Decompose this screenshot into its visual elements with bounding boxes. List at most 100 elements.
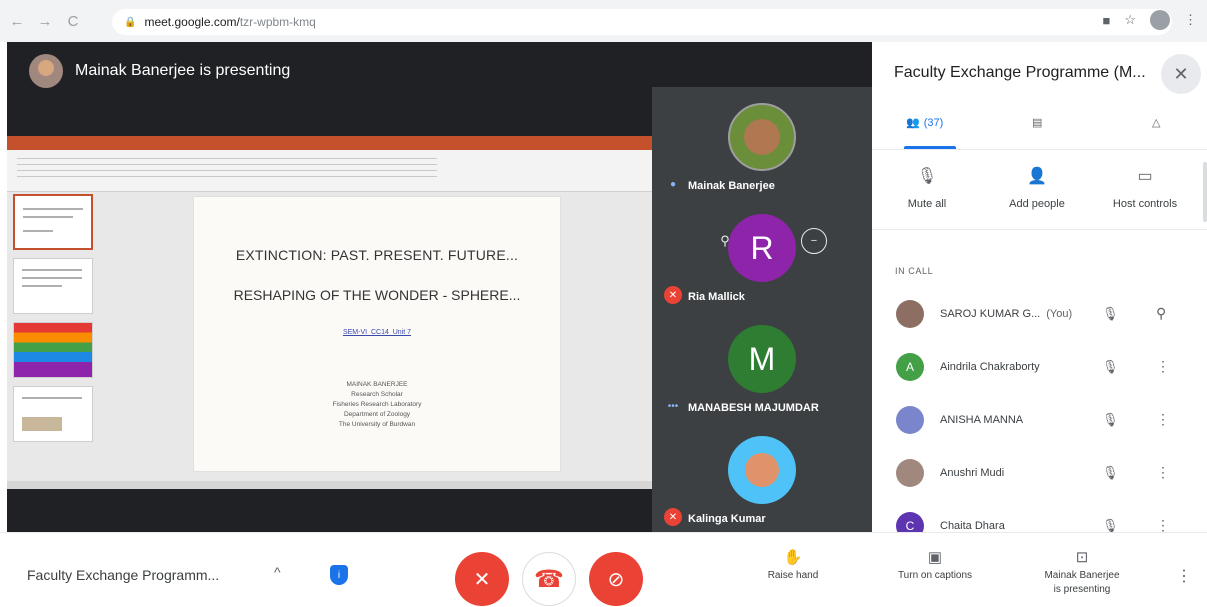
reload-icon[interactable]: C — [62, 10, 84, 32]
participant-row[interactable]: A Aindrila Chakraborty 🎙 ⋮ — [872, 340, 1207, 393]
participant-tile[interactable]: R ⚲ − ✕ Ria Mallick — [652, 198, 872, 309]
star-icon[interactable]: ☆ — [1124, 12, 1136, 28]
presenting-label-1: Mainak Banerjee — [1044, 570, 1120, 581]
active-tab-indicator — [904, 146, 956, 149]
back-icon[interactable]: ← — [6, 10, 28, 32]
add-person-icon: 👤 — [1027, 168, 1047, 185]
participant-name: Aindrila Chakraborty — [940, 360, 1040, 373]
meeting-stage: Mainak Banerjee is presenting EXTINCTION… — [7, 42, 872, 532]
participant-avatar — [896, 458, 924, 487]
more-options-icon[interactable]: ⋮ — [1176, 566, 1192, 586]
participant-list: SAROJ KUMAR G... (You) 🎙 ⚲ A Aindrila Cha… — [872, 287, 1207, 552]
slide-thumbnail — [13, 386, 93, 442]
author-line: Fisheries Research Laboratory — [332, 401, 422, 408]
mic-toggle-button[interactable]: ✕ — [455, 552, 509, 606]
presenter-banner: Mainak Banerjee is presenting — [29, 54, 290, 88]
more-options-icon[interactable]: ⋮ — [1156, 358, 1170, 375]
author-line: MAINAK BANERJEE — [346, 381, 408, 388]
participant-row[interactable]: SAROJ KUMAR G... (You) 🎙 ⚲ — [872, 287, 1207, 340]
leave-call-button[interactable]: ☎ — [522, 552, 576, 606]
panel-title: Faculty Exchange Programme (M... — [894, 64, 1146, 81]
host-controls-label: Host controls — [1112, 198, 1178, 210]
slide-thumbnail — [13, 258, 93, 314]
chat-icon: ▤ — [1032, 117, 1043, 129]
more-options-icon[interactable]: ⋮ — [1156, 464, 1170, 481]
mic-off-icon: ✕ — [473, 568, 491, 591]
presenting-button[interactable]: ⊡ Mainak Banerjee is presenting — [1027, 549, 1137, 597]
author-line: Department of Zoology — [343, 411, 411, 418]
camera-toggle-button[interactable]: ⊘ — [589, 552, 643, 606]
slide-link: SEM-VI_CC14_Unit 7 — [342, 329, 412, 336]
participant-tile[interactable]: ✕ Kalinga Kumar — [652, 420, 872, 531]
participant-tile[interactable]: M ••• MANABESH MAJUMDAR — [652, 309, 872, 420]
participant-avatar — [896, 405, 924, 434]
presenter-avatar — [29, 54, 63, 88]
chevron-up-icon[interactable]: ^ — [274, 564, 281, 580]
add-people-label: Add people — [1009, 198, 1065, 210]
author-line: The University of Burdwan — [338, 421, 416, 428]
more-options-icon[interactable]: ⋮ — [1156, 411, 1170, 428]
participant-tile[interactable]: ● Mainak Banerjee — [652, 87, 872, 198]
browser-menu-icon[interactable]: ⋮ — [1184, 12, 1197, 28]
camera-icon[interactable]: ■ — [1102, 13, 1110, 28]
ppt-title-bar — [7, 136, 652, 150]
in-call-heading: IN CALL — [895, 266, 934, 276]
slide-author: MAINAK BANERJEE Research Scholar Fisheri… — [194, 380, 560, 430]
tile-name: Ria Mallick — [688, 291, 745, 303]
mic-off-icon: 🎙 — [1102, 464, 1119, 480]
presenting-label-2: is presenting — [1053, 584, 1111, 595]
mic-off-icon: 🎙 — [916, 168, 938, 185]
mic-off-icon: ✕ — [664, 508, 682, 526]
tab-chat[interactable]: ▤ — [1032, 116, 1042, 129]
speaking-indicator-icon: ● — [669, 178, 677, 190]
participant-name: Chaita Dhara — [940, 519, 1005, 532]
hang-up-icon: ☎ — [534, 565, 564, 593]
mic-off-icon: 🎙 — [1102, 358, 1119, 374]
hand-icon: ✋ — [783, 549, 803, 566]
bottom-control-bar: Faculty Exchange Programm... ^ i ✕ ☎ ⊘ ✋… — [0, 532, 1207, 607]
url-path: tzr-wpbm-kmq — [239, 15, 316, 29]
browser-toolbar: ← → C 🔒 meet.google.com/ tzr-wpbm-kmq ■ … — [0, 0, 1207, 42]
participant-photo — [728, 103, 796, 171]
people-count: (37) — [923, 116, 944, 129]
mic-off-icon: 🎙 — [1102, 411, 1119, 427]
tile-name: MANABESH MAJUMDAR — [688, 402, 819, 414]
speaking-indicator-icon: ••• — [667, 400, 679, 412]
camera-off-icon: ⊘ — [607, 568, 625, 591]
address-bar[interactable]: 🔒 meet.google.com/ tzr-wpbm-kmq — [112, 9, 1172, 35]
panel-actions: 🎙 Mute all 👤 Add people ▭ Host controls — [872, 160, 1207, 230]
raise-hand-label: Raise hand — [767, 570, 819, 581]
close-panel-button[interactable]: ✕ — [1161, 54, 1201, 94]
participant-initial: M — [728, 325, 796, 393]
participant-row[interactable]: Anushri Mudi 🎙 ⋮ — [872, 446, 1207, 499]
participant-avatar — [896, 299, 924, 328]
forward-icon[interactable]: → — [34, 10, 56, 32]
lock-icon: 🔒 — [124, 16, 137, 28]
participant-avatar: A — [896, 352, 924, 381]
panel-scrollbar[interactable] — [1203, 162, 1207, 222]
participant-tiles: ● Mainak Banerjee R ⚲ − ✕ Ria Mallick M … — [652, 87, 872, 532]
participant-row[interactable]: ANISHA MANNA 🎙 ⋮ — [872, 393, 1207, 446]
current-slide: EXTINCTION: PAST. PRESENT. FUTURE... RES… — [193, 196, 561, 472]
presenter-text: Mainak Banerjee is presenting — [75, 62, 291, 79]
url-host: meet.google.com/ — [144, 15, 240, 29]
tile-name: Mainak Banerjee — [688, 180, 775, 192]
raise-hand-button[interactable]: ✋ Raise hand — [738, 549, 848, 583]
host-controls-button[interactable]: ▭ Host controls — [1100, 166, 1190, 210]
remove-icon[interactable]: − — [801, 228, 827, 254]
add-people-button[interactable]: 👤 Add people — [992, 166, 1082, 210]
shared-screen: EXTINCTION: PAST. PRESENT. FUTURE... RES… — [7, 136, 652, 489]
meeting-name[interactable]: Faculty Exchange Programm... — [27, 567, 219, 583]
profile-avatar[interactable] — [1150, 10, 1170, 30]
present-screen-icon: ⊡ — [1075, 549, 1089, 566]
people-icon: 👥 — [906, 117, 920, 129]
pin-icon[interactable]: ⚲ — [1156, 305, 1166, 322]
slide-thumbnail — [13, 194, 93, 250]
shield-icon[interactable]: i — [330, 565, 348, 585]
pin-icon[interactable]: ⚲ — [712, 228, 738, 254]
tab-people[interactable]: 👥 (37) — [906, 116, 944, 130]
tab-activities[interactable]: △ — [1152, 116, 1160, 129]
mute-all-button[interactable]: 🎙 Mute all — [882, 166, 972, 210]
captions-button[interactable]: ▣ Turn on captions — [880, 550, 990, 583]
mic-off-icon: ✕ — [664, 286, 682, 304]
